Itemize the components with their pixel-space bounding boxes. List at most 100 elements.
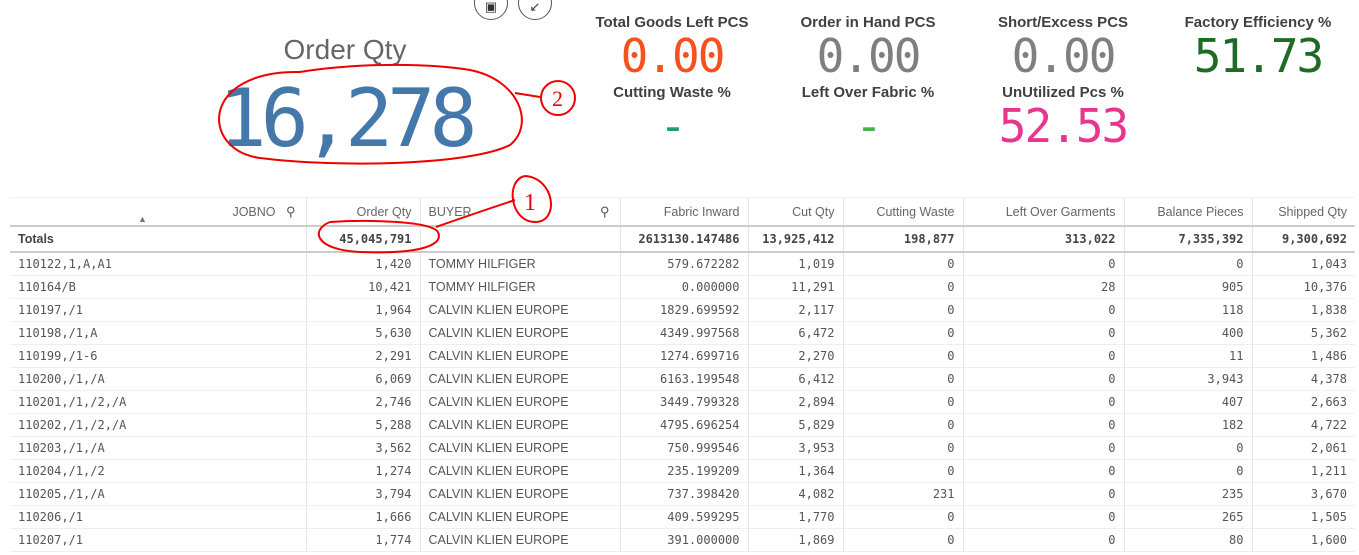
cell-fabric-inward: 409.599295: [619, 505, 748, 529]
table-row: 110206,/1 1,666 CALVIN KLIEN EUROPE 409.599…: [10, 505, 1355, 529]
cell-buyer[interactable]: CALVIN KLIEN EUROPE: [419, 390, 620, 414]
cell-jobno[interactable]: 110198,/1,A: [10, 321, 306, 345]
cell-cutting-waste: 0: [842, 321, 963, 345]
kpi-value: 51.73: [1193, 29, 1324, 83]
camera-icon: ▣: [484, 0, 498, 14]
table-row: 110200,/1,/A 6,069 CALVIN KLIEN EUROPE 6163…: [10, 367, 1355, 391]
cell-cut-qty: 5,829: [747, 413, 843, 437]
cell-left-over-garments: 0: [962, 482, 1124, 506]
cell-shipped-qty: 3,670: [1251, 482, 1355, 506]
header-label: Cut Qty: [792, 204, 835, 219]
cell-buyer[interactable]: CALVIN KLIEN EUROPE: [419, 321, 620, 345]
column-header-jobno[interactable]: JOBNO ▲ ⚲: [10, 197, 306, 227]
cell-order-qty: 6,069: [305, 367, 420, 391]
cell-jobno[interactable]: 110199,/1-6: [10, 344, 306, 368]
collapse-icon: ↙: [529, 0, 541, 14]
column-header-cutting-waste[interactable]: Cutting Waste: [842, 197, 963, 227]
cell-shipped-qty: 5,362: [1251, 321, 1355, 345]
cell-buyer[interactable]: CALVIN KLIEN EUROPE: [419, 459, 620, 483]
cell-jobno[interactable]: 110207,/1: [10, 528, 306, 552]
kpi-value: 0.00: [816, 29, 922, 83]
cell-buyer[interactable]: CALVIN KLIEN EUROPE: [419, 367, 620, 391]
cell-balance-pieces: 182: [1123, 413, 1252, 437]
cell-cutting-waste: 0: [842, 459, 963, 483]
cell-jobno[interactable]: 110204,/1,/2: [10, 459, 306, 483]
cell-jobno[interactable]: 110164/B: [10, 275, 306, 299]
cell-fabric-inward: 391.000000: [619, 528, 748, 552]
cell-jobno[interactable]: 110202,/1,/2,/A: [10, 413, 306, 437]
cell-cutting-waste: 0: [842, 505, 963, 529]
cell-buyer[interactable]: CALVIN KLIEN EUROPE: [419, 344, 620, 368]
cell-balance-pieces: 265: [1123, 505, 1252, 529]
cell-left-over-garments: 0: [962, 459, 1124, 483]
cell-cutting-waste: 0: [842, 252, 963, 276]
header-label: BUYER: [428, 204, 472, 219]
cell-jobno[interactable]: Totals: [10, 226, 306, 253]
cell-cutting-waste: 0: [842, 298, 963, 322]
cell-balance-pieces: 0: [1123, 252, 1252, 276]
cell-fabric-inward: 235.199209: [619, 459, 748, 483]
cell-fabric-inward: 2613130.147486: [619, 226, 748, 253]
cell-fabric-inward: 6163.199548: [619, 367, 748, 391]
column-header-shipped-qty[interactable]: Shipped Qty: [1251, 197, 1355, 227]
cell-left-over-garments: 0: [962, 367, 1124, 391]
column-header-buyer[interactable]: BUYER ⚲: [419, 197, 620, 227]
cell-cut-qty: 2,270: [747, 344, 843, 368]
cell-jobno[interactable]: 110205,/1,/A: [10, 482, 306, 506]
kpi-order-in-hand: Order in Hand PCS 0.00: [773, 14, 963, 81]
cell-cut-qty: 1,019: [747, 252, 843, 276]
cell-balance-pieces: 118: [1123, 298, 1252, 322]
cell-buyer[interactable]: CALVIN KLIEN EUROPE: [419, 505, 620, 529]
cell-order-qty: 2,291: [305, 344, 420, 368]
cell-buyer[interactable]: CALVIN KLIEN EUROPE: [419, 482, 620, 506]
cell-order-qty: 1,666: [305, 505, 420, 529]
search-icon[interactable]: ⚲: [286, 204, 296, 220]
cell-jobno[interactable]: 110203,/1,/A: [10, 436, 306, 460]
cell-fabric-inward: 750.999546: [619, 436, 748, 460]
column-header-left-over-garments[interactable]: Left Over Garments: [962, 197, 1124, 227]
cell-buyer[interactable]: CALVIN KLIEN EUROPE: [419, 528, 620, 552]
cell-left-over-garments: 0: [962, 344, 1124, 368]
cell-cut-qty: 1,364: [747, 459, 843, 483]
cell-jobno[interactable]: 110206,/1: [10, 505, 306, 529]
cell-buyer[interactable]: [419, 226, 620, 253]
cell-fabric-inward: 737.398420: [619, 482, 748, 506]
cell-left-over-garments: 0: [962, 505, 1124, 529]
search-icon[interactable]: ⚲: [600, 204, 610, 220]
cell-shipped-qty: 2,663: [1251, 390, 1355, 414]
column-header-balance-pieces[interactable]: Balance Pieces: [1123, 197, 1252, 227]
kpi-short-excess: Short/Excess PCS 0.00: [968, 14, 1158, 81]
kpi-value: -: [855, 99, 883, 153]
order-qty-kpi-title: Order Qty: [283, 34, 407, 65]
cell-jobno[interactable]: 110200,/1,/A: [10, 367, 306, 391]
sort-ascending-icon[interactable]: ▲: [138, 214, 147, 224]
cell-left-over-garments: 0: [962, 252, 1124, 276]
cell-left-over-garments: 0: [962, 321, 1124, 345]
kpi-value: 52.53: [998, 99, 1129, 153]
cell-jobno[interactable]: 110201,/1,/2,/A: [10, 390, 306, 414]
exit-fullscreen-button[interactable]: ↙: [518, 0, 552, 20]
cell-jobno[interactable]: 110197,/1: [10, 298, 306, 322]
cell-shipped-qty: 4,378: [1251, 367, 1355, 391]
table-row: 110202,/1,/2,/A 5,288 CALVIN KLIEN EUROPE 4…: [10, 413, 1355, 437]
cell-left-over-garments: 28: [962, 275, 1124, 299]
cell-buyer[interactable]: CALVIN KLIEN EUROPE: [419, 298, 620, 322]
cell-balance-pieces: 11: [1123, 344, 1252, 368]
cell-balance-pieces: 3,943: [1123, 367, 1252, 391]
cell-buyer[interactable]: TOMMY HILFIGER: [419, 275, 620, 299]
column-header-fabric-inward[interactable]: Fabric Inward: [619, 197, 748, 227]
cell-cut-qty: 2,117: [747, 298, 843, 322]
totals-row: Totals 45,045,791 2613130.147486 13,925,412…: [10, 226, 1355, 253]
cell-buyer[interactable]: CALVIN KLIEN EUROPE: [419, 413, 620, 437]
cell-buyer[interactable]: CALVIN KLIEN EUROPE: [419, 436, 620, 460]
cell-jobno[interactable]: 110122,1,A,A1: [10, 252, 306, 276]
cell-buyer[interactable]: TOMMY HILFIGER: [419, 252, 620, 276]
header-label: Order Qty: [356, 204, 412, 219]
cell-cut-qty: 4,082: [747, 482, 843, 506]
table-row: 110205,/1,/A 3,794 CALVIN KLIEN EUROPE 737.…: [10, 482, 1355, 506]
column-header-order-qty[interactable]: Order Qty: [305, 197, 420, 227]
column-header-cut-qty[interactable]: Cut Qty: [747, 197, 843, 227]
table-row: 110204,/1,/2 1,274 CALVIN KLIEN EUROPE 235.…: [10, 459, 1355, 483]
table-row: 110203,/1,/A 3,562 CALVIN KLIEN EUROPE 750.…: [10, 436, 1355, 460]
snapshot-button[interactable]: ▣: [474, 0, 508, 20]
